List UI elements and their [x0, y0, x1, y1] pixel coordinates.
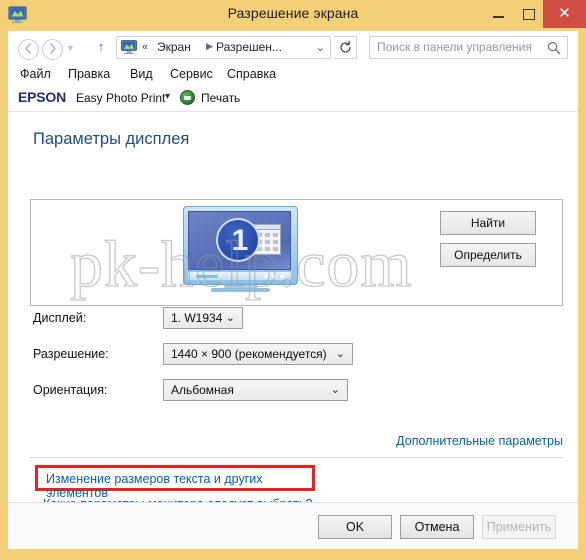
breadcrumb-item-resolution[interactable]: Разрешен... [216, 40, 282, 54]
chevron-down-icon[interactable]: ▾ [165, 91, 170, 102]
minimize-button[interactable] [483, 0, 513, 28]
monitor-taskbar [188, 272, 291, 280]
chevron-down-icon: ⌄ [330, 384, 340, 396]
forward-arrow-icon [50, 43, 56, 54]
advanced-settings-link[interactable]: Дополнительные параметры [396, 434, 563, 448]
easy-photo-print-button[interactable]: Easy Photo Print [76, 91, 165, 105]
monitor-taskbar-start [196, 274, 218, 278]
resolution-select[interactable]: 1440 × 900 (рекомендуется) ⌄ [163, 343, 353, 365]
chevron-down-icon: ⌄ [335, 348, 345, 360]
close-button[interactable]: ✕ [543, 0, 586, 28]
search-icon [547, 41, 561, 55]
epson-toolbar: EPSON Easy Photo Print ▾ Печать [8, 87, 578, 112]
up-button[interactable]: ↑ [93, 39, 109, 54]
menu-item-help[interactable]: Справка [227, 67, 276, 81]
maximize-icon [523, 9, 535, 20]
ok-button[interactable]: OK [318, 515, 392, 539]
screen-resolution-window: Разрешение экрана ✕ ▼ ↑ « Экран ▶ Разреш… [0, 0, 586, 560]
printer-icon [180, 90, 195, 105]
monitor-number-badge: 1 [216, 218, 260, 262]
orientation-select-value: Альбомная [171, 383, 234, 397]
menu-item-file[interactable]: Файл [20, 67, 51, 81]
epson-logo: EPSON [18, 89, 67, 105]
forward-button[interactable] [42, 39, 63, 60]
print-button[interactable]: Печать [201, 91, 240, 105]
breadcrumb-overflow[interactable]: « [142, 41, 148, 53]
client-area: ▼ ↑ « Экран ▶ Разрешен... ⌄ Поиск в пане… [8, 31, 578, 549]
breadcrumb-separator-icon: ▶ [206, 41, 213, 51]
menu-bar: Файл Правка Вид Сервис Справка [8, 65, 578, 87]
display-icon [121, 40, 137, 54]
dialog-button-bar: OK Отмена Применить [8, 502, 578, 549]
monitor-number: 1 [231, 224, 249, 257]
back-arrow-icon [25, 43, 31, 54]
menu-item-view[interactable]: Вид [130, 67, 153, 81]
orientation-label: Ориентация: [33, 383, 108, 397]
search-input[interactable]: Поиск в панели управления [369, 36, 568, 59]
page-title: Параметры дисплея [33, 130, 190, 148]
address-bar[interactable]: « Экран ▶ Разрешен... ⌄ [116, 36, 331, 59]
refresh-icon [339, 40, 351, 53]
divider [30, 457, 563, 458]
display-select[interactable]: 1. W1934 ⌄ [163, 307, 243, 329]
find-button[interactable]: Найти [440, 211, 536, 235]
menu-item-edit[interactable]: Правка [68, 67, 110, 81]
display-label: Дисплей: [33, 311, 87, 325]
maximize-button[interactable] [513, 0, 543, 28]
navigation-bar: ▼ ↑ « Экран ▶ Разрешен... ⌄ Поиск в пане… [8, 31, 578, 65]
cancel-button[interactable]: Отмена [400, 515, 474, 539]
chevron-down-icon[interactable]: ⌄ [316, 41, 325, 54]
orientation-select[interactable]: Альбомная ⌄ [163, 379, 348, 401]
display-select-value: 1. W1934 [171, 311, 223, 325]
apply-button: Применить [482, 515, 556, 539]
change-text-size-link[interactable]: Изменение размеров текста и других элеме… [46, 472, 312, 500]
monitor-foot [211, 288, 270, 292]
detect-button[interactable]: Определить [440, 243, 536, 267]
menu-item-tools[interactable]: Сервис [170, 67, 213, 81]
display-preview-panel: 1 Найти Определить [30, 199, 563, 306]
title-bar: Разрешение экрана ✕ [0, 0, 586, 31]
minimize-icon [493, 16, 504, 18]
content-area: Параметры дисплея 1 Найти Определить Дис… [8, 112, 578, 511]
recent-locations-button[interactable]: ▼ [66, 43, 75, 53]
resolution-select-value: 1440 × 900 (рекомендуется) [171, 347, 327, 361]
close-icon: ✕ [558, 5, 571, 22]
text-size-link-highlight: Изменение размеров текста и других элеме… [35, 465, 315, 500]
monitor-screen: 1 [188, 211, 291, 270]
printer-icon-paper [184, 95, 191, 100]
breadcrumb-item-screen[interactable]: Экран [157, 40, 191, 54]
resolution-label: Разрешение: [33, 347, 109, 361]
back-button[interactable] [18, 39, 39, 60]
refresh-button[interactable] [334, 36, 357, 59]
search-placeholder: Поиск в панели управления [377, 40, 532, 54]
chevron-down-icon: ⌄ [225, 312, 235, 324]
monitor-preview[interactable]: 1 [183, 206, 298, 292]
